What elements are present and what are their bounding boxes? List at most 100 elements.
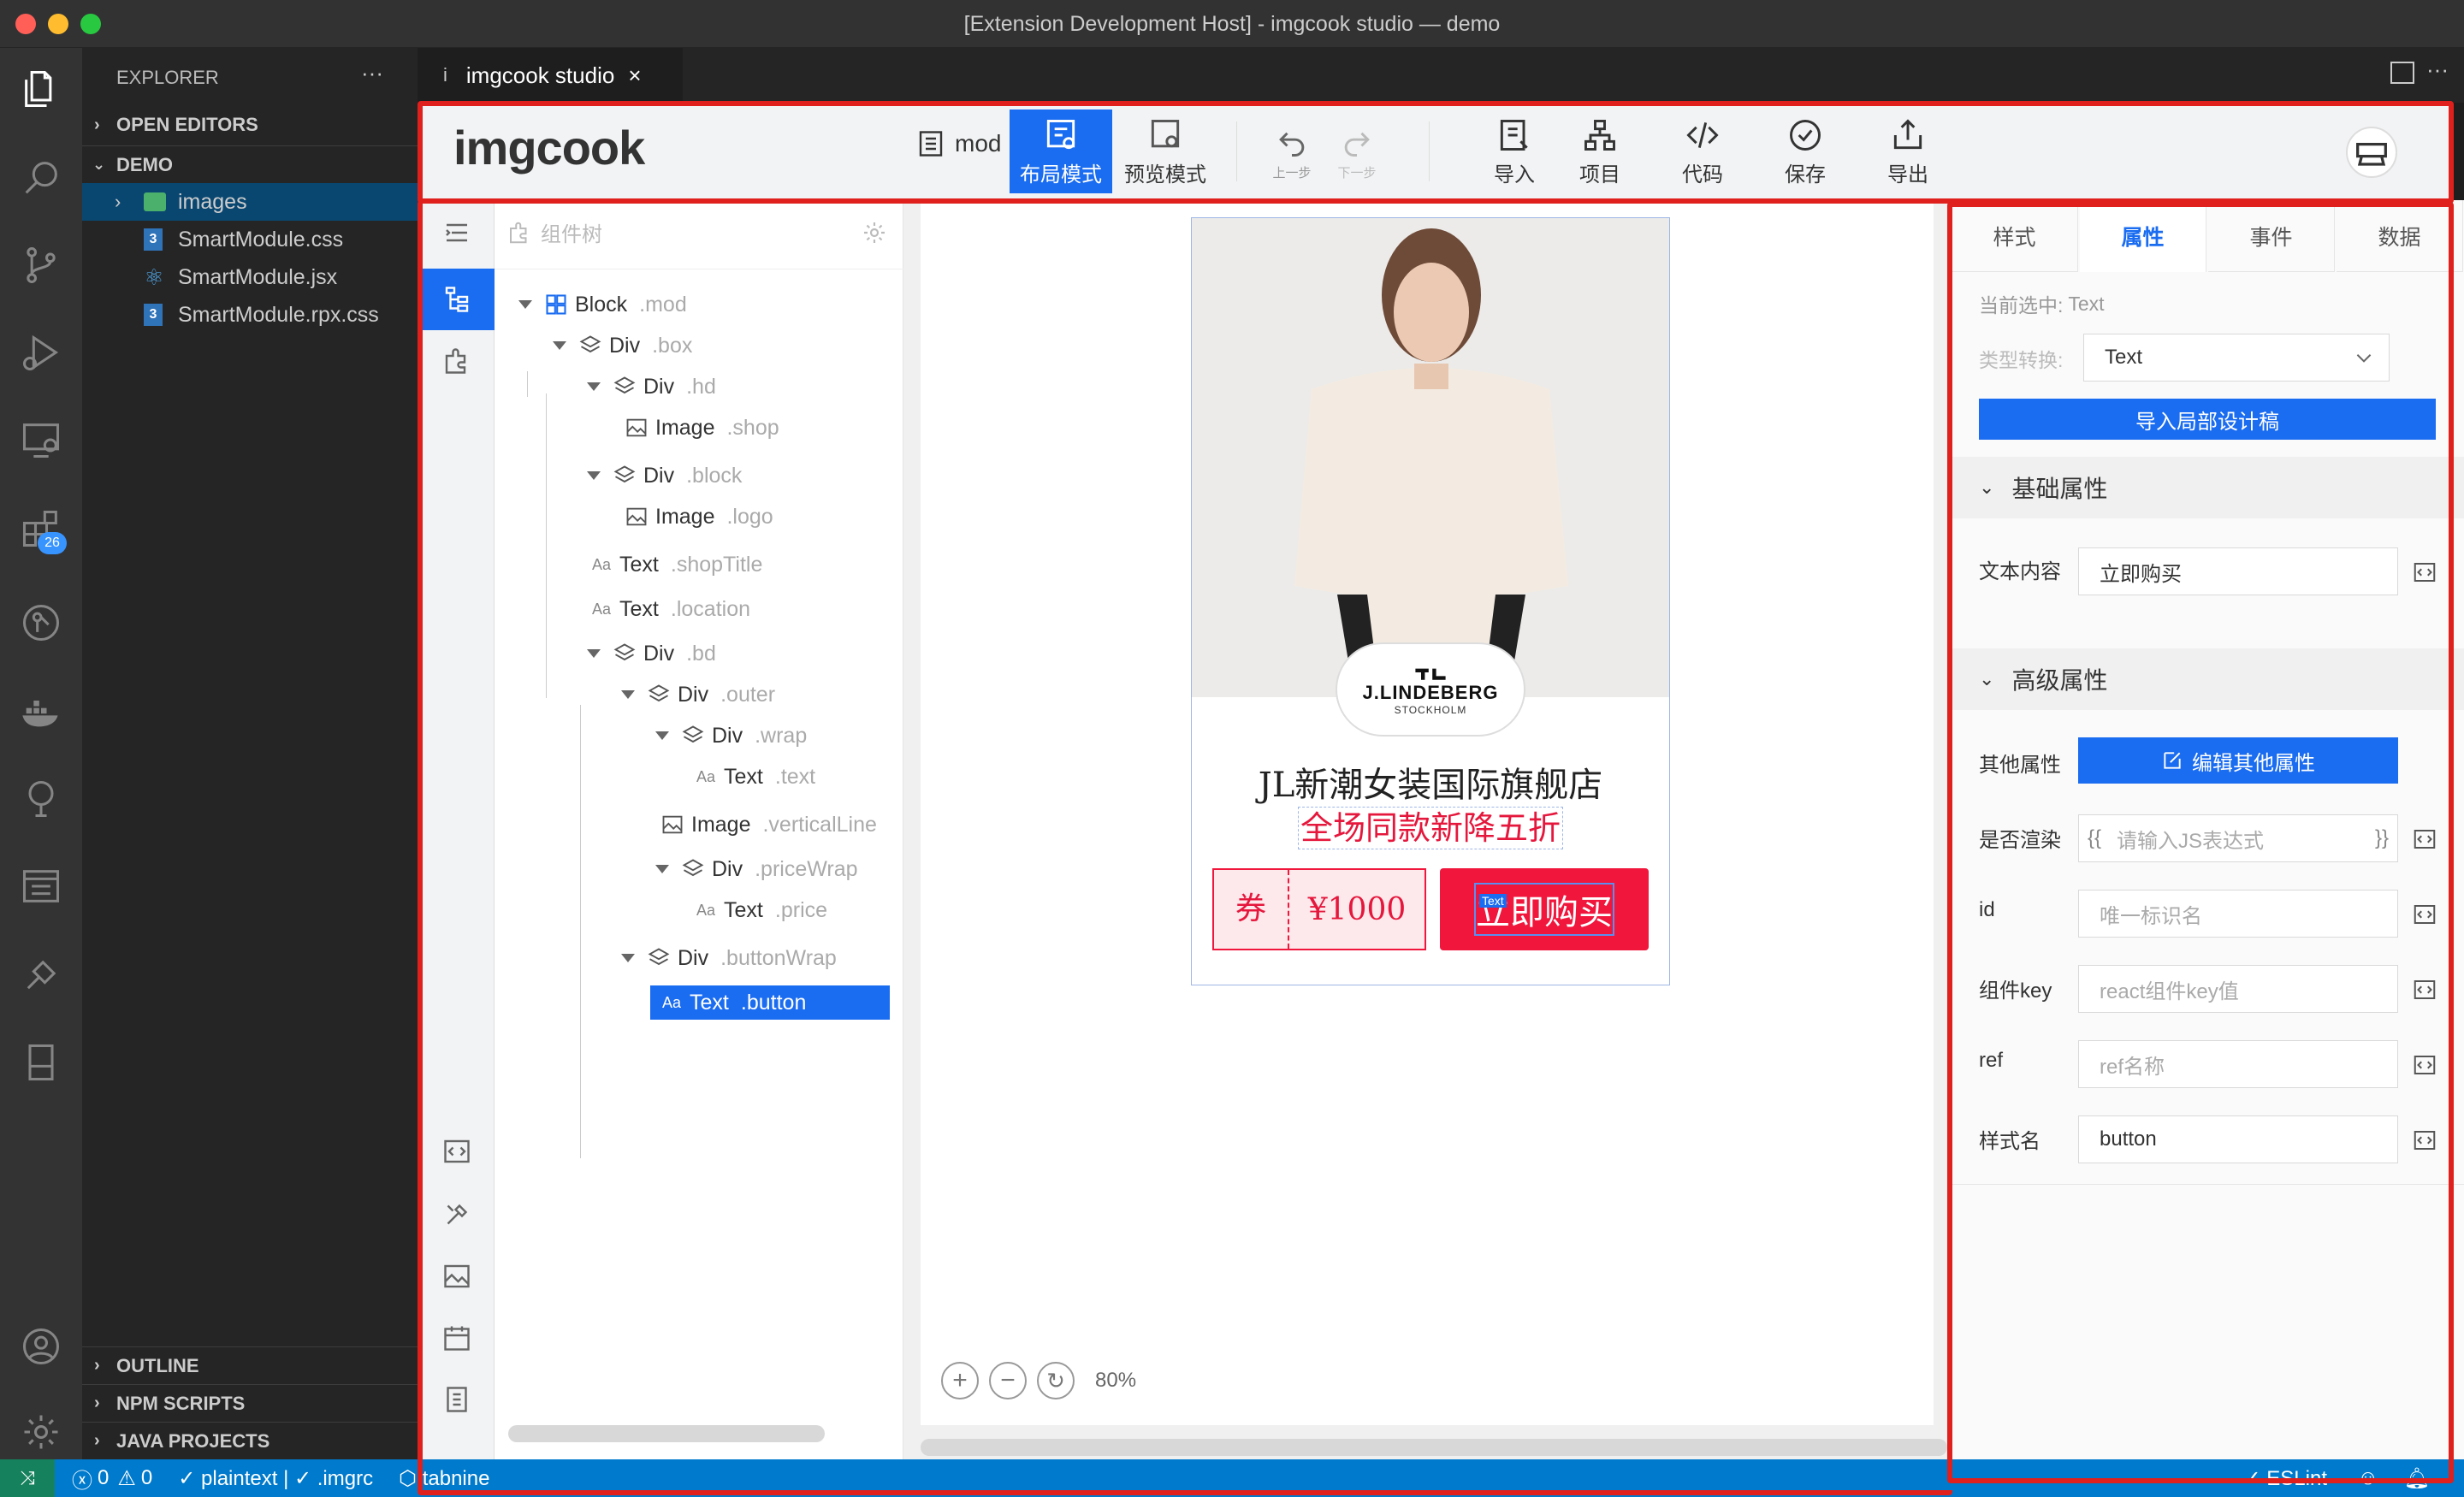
- template-icon[interactable]: [441, 1384, 472, 1415]
- notification-bell-icon[interactable]: 🔔︎: [2404, 1466, 2430, 1491]
- tree-node[interactable]: Aa Text .shopTitle: [592, 547, 762, 582]
- calendar-icon[interactable]: [441, 1322, 472, 1353]
- tree-node[interactable]: Aa Text .price: [696, 893, 827, 927]
- render-expression-input[interactable]: {{ 请输入JS表达式 }}: [2078, 814, 2398, 862]
- tree-node[interactable]: Image .verticalLine: [660, 808, 877, 842]
- plugin-icon[interactable]: [441, 346, 472, 376]
- tree-settings-icon[interactable]: [861, 219, 888, 251]
- canvas-horizontal-scrollbar[interactable]: [921, 1439, 1947, 1456]
- code-binding-icon[interactable]: [2412, 559, 2437, 585]
- code-view-icon[interactable]: [441, 1136, 472, 1167]
- tree-node[interactable]: Block .mod: [518, 287, 687, 322]
- avatar[interactable]: [2346, 127, 2397, 178]
- collapse-icon[interactable]: [441, 217, 472, 248]
- type-convert-select[interactable]: Text: [2083, 334, 2390, 382]
- buy-button[interactable]: 立即购买 Text: [1440, 868, 1649, 950]
- import-button[interactable]: 导入: [1480, 109, 1549, 193]
- coupon[interactable]: 券 ¥1000: [1212, 868, 1426, 950]
- panel-layout-icon[interactable]: [17, 862, 65, 910]
- layout-mode-button[interactable]: 布局模式: [1010, 109, 1112, 193]
- tab-imgcook-studio[interactable]: i imgcook studio ×: [418, 48, 683, 103]
- tab-events[interactable]: 事件: [2208, 200, 2335, 272]
- tools-icon[interactable]: [441, 1199, 472, 1230]
- outline-section[interactable]: › OUTLINE: [82, 1346, 418, 1384]
- promo-text[interactable]: 全场同款新降五折: [1298, 807, 1563, 849]
- design-frame[interactable]: J.LINDEBERG STOCKHOLM JL新潮女装国际旗舰店 全场同款新降…: [1191, 217, 1670, 985]
- code-button[interactable]: 代码: [1668, 109, 1737, 193]
- split-editor-icon[interactable]: [2390, 62, 2414, 84]
- tree-node[interactable]: Div .wrap: [655, 719, 807, 753]
- tree-node[interactable]: Image .shop: [625, 411, 779, 445]
- tree-view-icon[interactable]: [17, 775, 65, 823]
- git-graph-icon[interactable]: [17, 599, 65, 647]
- zoom-reset-button[interactable]: ↻: [1037, 1362, 1075, 1399]
- paint-icon[interactable]: [17, 951, 65, 999]
- code-binding-icon[interactable]: [2412, 977, 2437, 1003]
- export-button[interactable]: 导出: [1874, 109, 1942, 193]
- project-button[interactable]: 项目: [1566, 109, 1634, 193]
- redo-button[interactable]: 下一步: [1331, 109, 1383, 193]
- image-icon[interactable]: [441, 1261, 472, 1292]
- zoom-out-button[interactable]: −: [989, 1362, 1027, 1399]
- npm-scripts-section[interactable]: › NPM SCRIPTS: [82, 1384, 418, 1422]
- java-projects-section[interactable]: › JAVA PROJECTS: [82, 1422, 418, 1459]
- file-item-rpx-css[interactable]: 3 SmartModule.rpx.css: [82, 296, 418, 334]
- tree-node[interactable]: Div .outer: [621, 677, 775, 712]
- book-icon[interactable]: [17, 1038, 65, 1086]
- component-tree-tab[interactable]: [419, 269, 495, 330]
- text-content-input[interactable]: 立即购买: [2078, 547, 2398, 595]
- problems-indicator[interactable]: ⓧ 0 ⚠ 0: [72, 1464, 152, 1494]
- tree-horizontal-scrollbar[interactable]: [508, 1425, 825, 1442]
- shop-title[interactable]: JL新潮女装国际旗舰店: [1192, 757, 1669, 807]
- file-item-css[interactable]: 3 SmartModule.css: [82, 221, 418, 258]
- tree-node-selected[interactable]: Aa Text .button: [650, 985, 890, 1020]
- brand-logo[interactable]: J.LINDEBERG STOCKHOLM: [1336, 642, 1525, 737]
- tree-node[interactable]: Div .priceWrap: [655, 852, 858, 886]
- code-binding-icon[interactable]: [2412, 1052, 2437, 1078]
- undo-button[interactable]: 上一步: [1266, 109, 1318, 193]
- tree-node[interactable]: Div .block: [587, 459, 742, 493]
- remote-explorer-icon[interactable]: [17, 416, 65, 464]
- editor-more-button[interactable]: ···: [2426, 56, 2449, 83]
- source-control-icon[interactable]: [17, 241, 65, 289]
- language-status[interactable]: ✓ plaintext | ✓ .imgrc: [178, 1466, 373, 1491]
- classname-input[interactable]: button: [2078, 1115, 2398, 1163]
- zoom-in-button[interactable]: +: [941, 1362, 979, 1399]
- file-item-jsx[interactable]: ⚛ SmartModule.jsx: [82, 258, 418, 296]
- key-input[interactable]: react组件key值: [2078, 965, 2398, 1013]
- code-binding-icon[interactable]: [2412, 826, 2437, 852]
- basic-properties-group[interactable]: ⌄ 基础属性: [1952, 457, 2464, 518]
- close-icon[interactable]: ×: [628, 62, 641, 89]
- id-input[interactable]: 唯一标识名: [2078, 890, 2398, 938]
- settings-gear-icon[interactable]: [17, 1408, 65, 1456]
- demo-section[interactable]: ⌄ DEMO: [82, 145, 418, 183]
- tab-attributes[interactable]: 属性: [2080, 200, 2206, 272]
- docker-icon[interactable]: [17, 688, 65, 736]
- feedback-icon[interactable]: ☺: [2357, 1466, 2378, 1490]
- tree-node[interactable]: Div .bd: [587, 636, 716, 671]
- code-binding-icon[interactable]: [2412, 1127, 2437, 1153]
- import-partial-design-button[interactable]: 导入局部设计稿: [1979, 399, 2436, 440]
- explorer-more-button[interactable]: ···: [361, 60, 383, 86]
- module-selector[interactable]: mod: [915, 128, 1001, 159]
- tree-node[interactable]: Aa Text .text: [696, 760, 815, 794]
- tree-node[interactable]: Div .buttonWrap: [621, 941, 837, 975]
- explorer-icon[interactable]: [17, 65, 65, 113]
- edit-other-props-button[interactable]: 编辑其他属性: [2078, 737, 2398, 784]
- save-button[interactable]: 保存: [1771, 109, 1839, 193]
- search-icon[interactable]: [17, 154, 65, 202]
- tabnine-status[interactable]: ⬡ tabnine: [399, 1466, 489, 1491]
- tree-node[interactable]: Div .hd: [587, 370, 716, 404]
- run-debug-icon[interactable]: [17, 328, 65, 376]
- tree-node[interactable]: Aa Text .location: [592, 592, 750, 626]
- file-item-images[interactable]: › images: [82, 183, 418, 221]
- tree-node[interactable]: Image .logo: [625, 500, 773, 534]
- open-editors-section[interactable]: › OPEN EDITORS: [82, 106, 418, 144]
- tab-style[interactable]: 样式: [1952, 200, 2078, 272]
- ref-input[interactable]: ref名称: [2078, 1040, 2398, 1088]
- preview-mode-button[interactable]: 预览模式: [1114, 109, 1217, 193]
- tree-node[interactable]: Div .box: [553, 328, 692, 363]
- remote-icon[interactable]: ⤨: [0, 1459, 55, 1497]
- shop-image[interactable]: [1192, 218, 1669, 697]
- advanced-properties-group[interactable]: ⌄ 高级属性: [1952, 648, 2464, 710]
